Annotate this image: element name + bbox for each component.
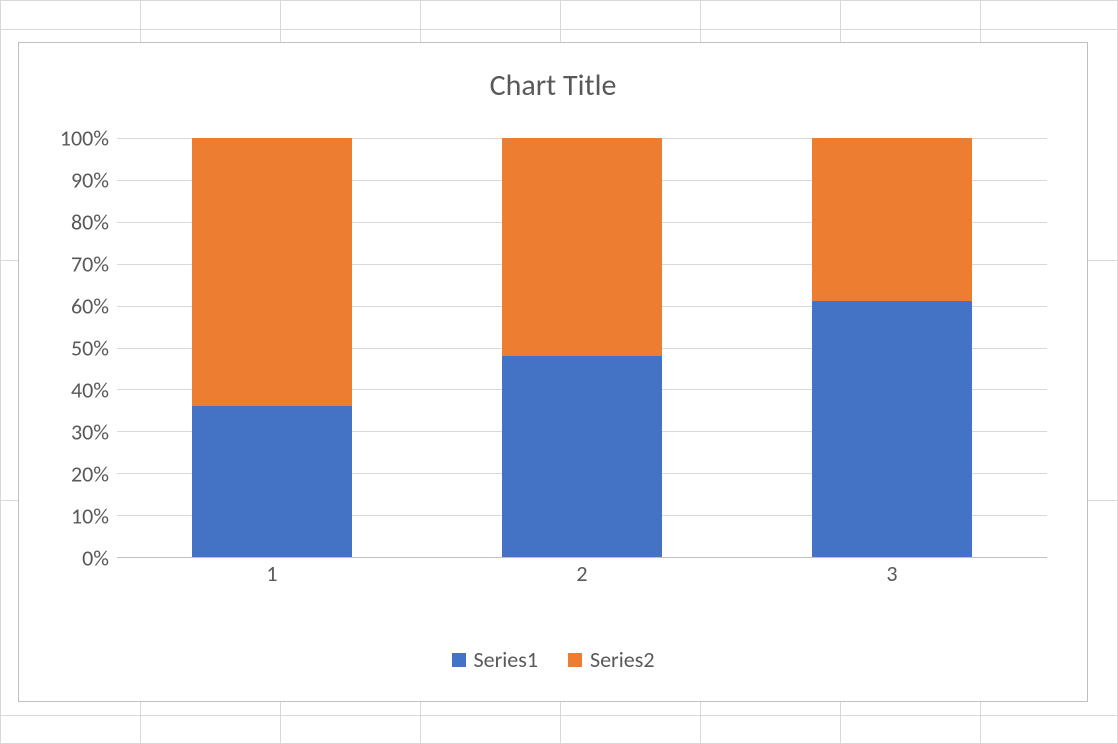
y-tick-label: 70% [71,251,109,278]
x-tick-label: 1 [192,560,352,587]
x-tick-label: 2 [502,560,662,587]
legend-label: Series2 [590,646,654,673]
legend: Series1 Series2 [19,646,1087,673]
bar-segment-series2 [502,138,662,356]
chart-title: Chart Title [19,67,1087,104]
bar-group [192,138,352,557]
y-tick-label: 10% [71,503,109,530]
plot-wrapper: 0%10%20%30%40%50%60%70%80%90%100% 123 [49,138,1047,588]
y-tick-label: 60% [71,293,109,320]
y-tick-label: 90% [71,167,109,194]
y-axis: 0%10%20%30%40%50%60%70%80%90%100% [49,138,117,558]
x-axis: 1 2 3 [117,558,1047,588]
chart-container[interactable]: Chart Title 0% 10% 20% 30% 40% 50% 60% 70% 80% 90… [18,42,1088,702]
y-tick-label: 40% [71,377,109,404]
legend-item: Series2 [568,646,654,673]
plot-area [117,138,1047,558]
bar-segment-series1 [502,356,662,557]
x-tick-label: 3 [812,560,972,587]
bar-segment-series1 [192,406,352,557]
y-tick-label: 20% [71,461,109,488]
y-tick-label: 30% [71,419,109,446]
legend-swatch [452,653,466,667]
bar-segment-series1 [812,301,972,557]
y-tick-label: 0% [82,545,109,572]
bar-group [812,138,972,557]
legend-item: Series1 [452,646,538,673]
y-tick-label: 50% [71,335,109,362]
y-tick-label: 100% [60,125,109,152]
bar-group [502,138,662,557]
legend-label: Series1 [474,646,538,673]
bars-group [117,138,1047,557]
legend-swatch [568,653,582,667]
y-tick-label: 80% [71,209,109,236]
bar-segment-series2 [812,138,972,301]
bar-segment-series2 [192,138,352,406]
